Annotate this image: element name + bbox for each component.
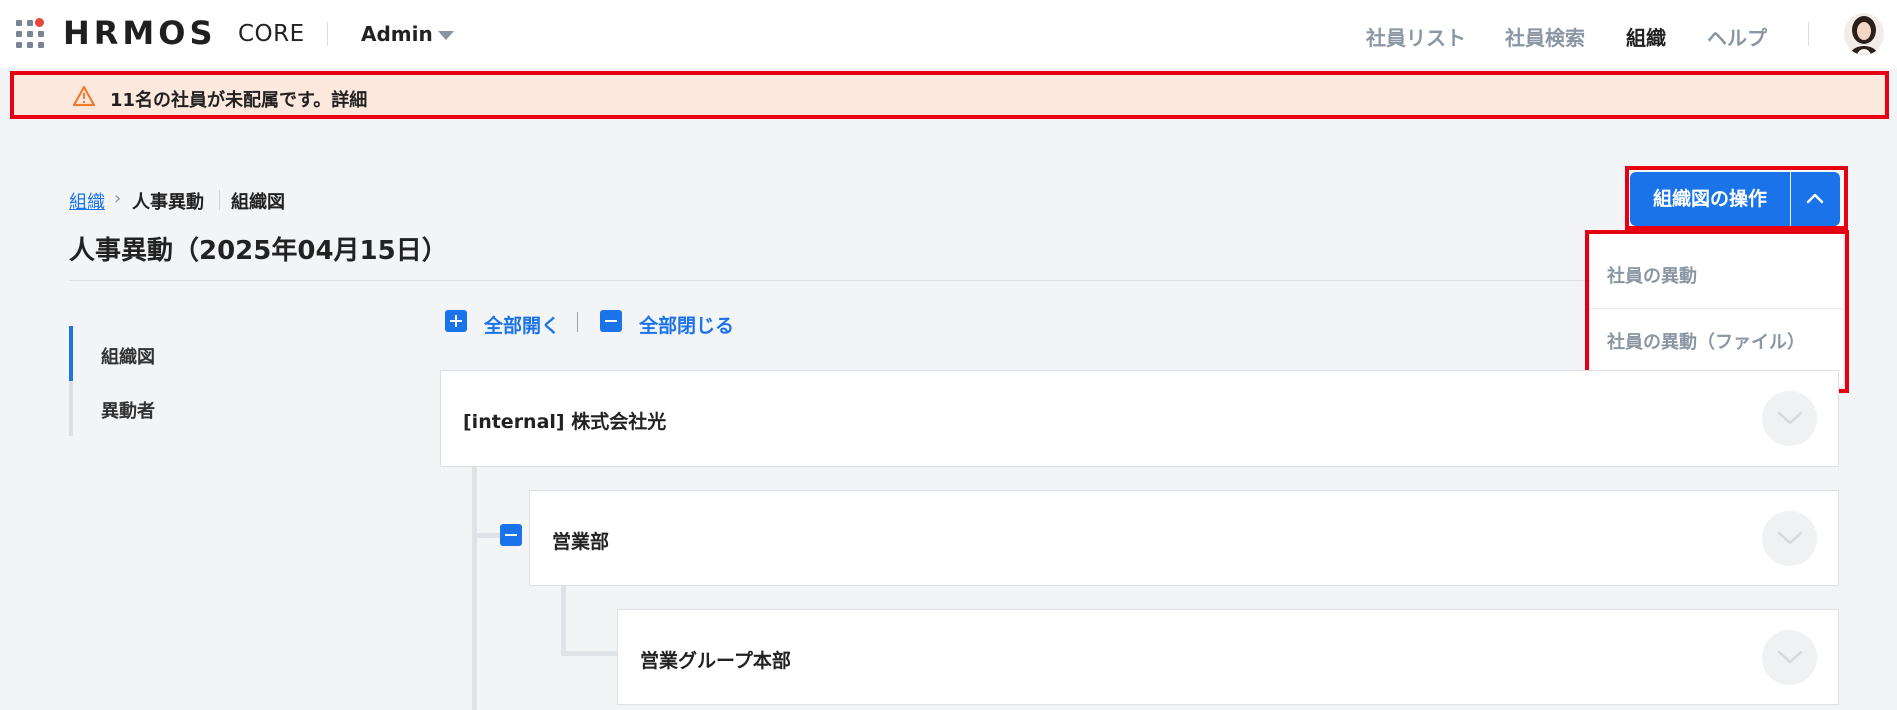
user-avatar[interactable] <box>1844 13 1884 55</box>
chevron-down-icon <box>1777 650 1803 664</box>
org-node-sales-dept[interactable]: 営業部 <box>529 490 1839 586</box>
org-node-label: 営業グループ本部 <box>640 650 791 672</box>
actions-dropdown-toggle[interactable] <box>1791 172 1840 226</box>
hrmos-logo[interactable]: HRMOS <box>63 14 217 52</box>
nav-employee-list[interactable]: 社員リスト <box>1366 22 1466 51</box>
logo-product-name: CORE <box>238 21 305 47</box>
tree-connector <box>472 533 502 538</box>
chevron-right-icon: › <box>114 188 122 209</box>
expand-node-button[interactable] <box>1762 630 1817 685</box>
org-node-label: [internal] 株式会社光 <box>463 411 667 433</box>
menu-divider <box>1590 308 1843 309</box>
notification-dot <box>35 18 44 27</box>
org-node-label: 営業部 <box>552 531 610 553</box>
menu-item-transfer-employee[interactable]: 社員の異動 <box>1607 262 1697 288</box>
org-node-company[interactable]: [internal] 株式会社光 <box>440 370 1839 467</box>
expand-all-button[interactable]: 全部開く <box>484 311 560 338</box>
chevron-down-icon <box>1777 411 1803 425</box>
controls-divider <box>577 312 578 332</box>
nav-help[interactable]: ヘルプ <box>1707 22 1767 51</box>
side-nav-active-indicator <box>69 326 73 381</box>
header-divider <box>327 22 328 46</box>
breadcrumb-organization-link[interactable]: 組織 <box>69 188 105 214</box>
page-title: 人事異動（2025年04月15日） <box>69 236 448 266</box>
menu-item-transfer-employee-file[interactable]: 社員の異動（ファイル） <box>1607 328 1805 354</box>
warning-icon <box>72 85 96 111</box>
caret-down-icon[interactable] <box>438 31 454 40</box>
breadcrumb-divider <box>219 190 220 210</box>
chevron-down-icon <box>1777 531 1803 545</box>
org-chart-actions-button[interactable]: 組織図の操作 <box>1630 172 1790 226</box>
chevron-up-icon <box>1806 193 1824 204</box>
collapse-all-icon[interactable] <box>600 310 622 332</box>
collapse-all-button[interactable]: 全部閉じる <box>639 311 734 338</box>
unassigned-alert-banner: 11名の社員が未配属です。詳細 <box>10 71 1889 119</box>
header-divider <box>1808 22 1809 46</box>
collapse-node-icon[interactable] <box>500 524 522 546</box>
side-nav-item-transferees[interactable]: 異動者 <box>101 397 155 423</box>
top-header: HRMOS CORE Admin 社員リスト 社員検索 組織 ヘルプ <box>0 0 1897 68</box>
app-launcher-icon[interactable] <box>16 18 44 48</box>
expand-all-icon[interactable] <box>445 310 467 332</box>
org-node-sales-group-hq[interactable]: 営業グループ本部 <box>617 609 1839 705</box>
tree-connector <box>561 651 617 656</box>
expand-node-button[interactable] <box>1762 391 1817 446</box>
breadcrumb-sub: 組織図 <box>231 192 285 213</box>
alert-message[interactable]: 11名の社員が未配属です。詳細 <box>110 86 367 112</box>
actions-dropdown-menu: 社員の異動 社員の異動（ファイル） <box>1590 234 1843 387</box>
role-selector-label[interactable]: Admin <box>361 22 433 46</box>
tree-connector <box>472 466 477 710</box>
side-nav-item-org-chart[interactable]: 組織図 <box>101 343 155 369</box>
tree-connector <box>561 586 566 656</box>
nav-employee-search[interactable]: 社員検索 <box>1505 22 1585 51</box>
nav-organization[interactable]: 組織 <box>1626 22 1666 51</box>
breadcrumb-current: 人事異動 <box>132 192 204 213</box>
title-divider <box>69 280 1839 281</box>
expand-node-button[interactable] <box>1762 511 1817 566</box>
